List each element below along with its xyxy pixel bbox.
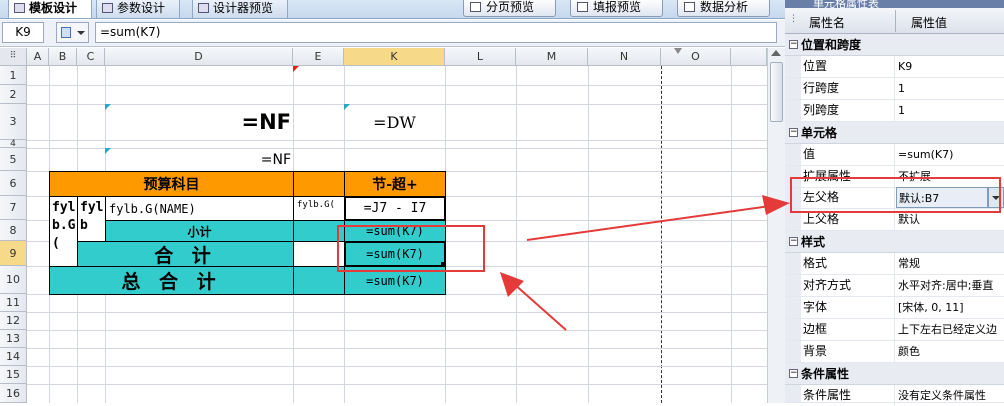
arrow-line-to-cell <box>512 282 567 331</box>
arrow-head-to-cell-icon <box>500 272 524 297</box>
annotation-arrows <box>500 195 790 331</box>
arrow-line-to-panel <box>526 205 771 241</box>
arrow-head-to-panel-icon <box>762 195 790 215</box>
